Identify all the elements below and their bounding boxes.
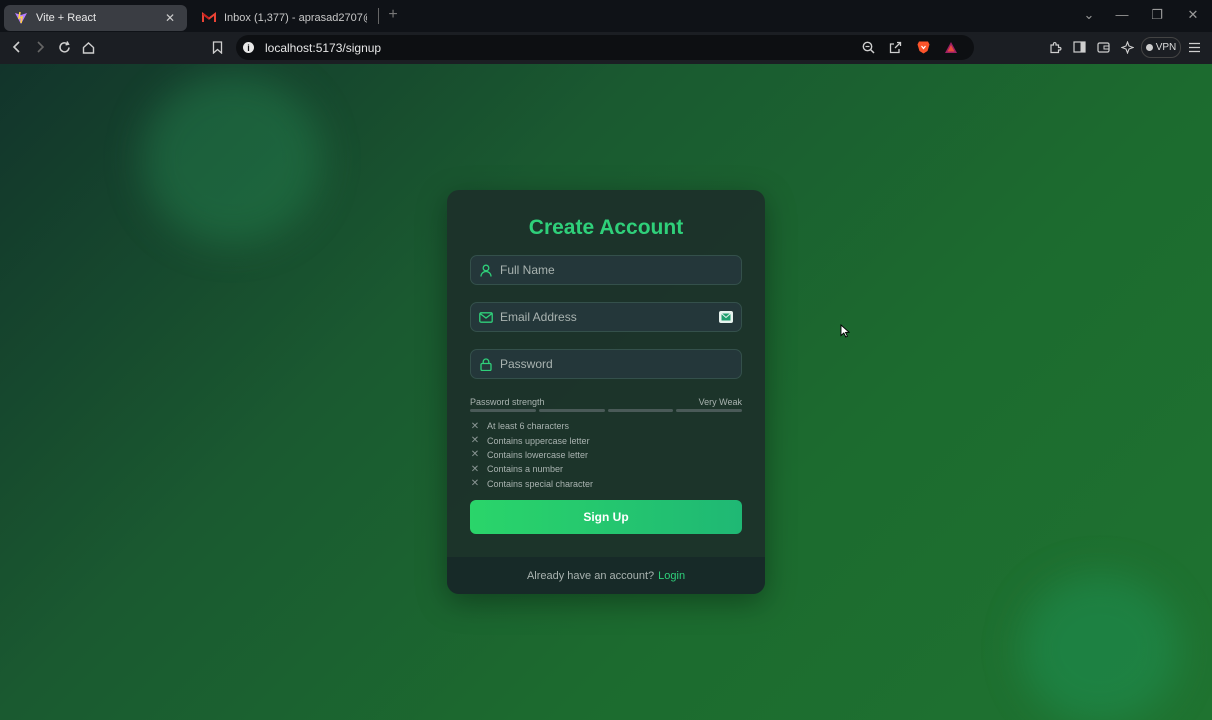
tab-search-dropdown-icon[interactable]: ⌄ [1081, 7, 1097, 23]
signup-card: Create Account Password strength Ver [447, 190, 765, 594]
requirement-text: Contains uppercase letter [487, 435, 590, 446]
full-name-input[interactable] [500, 263, 741, 277]
x-mark-icon: ✕ [470, 478, 480, 490]
email-field[interactable] [470, 302, 742, 332]
x-mark-icon: ✕ [470, 449, 480, 461]
new-tab-button[interactable]: + [386, 6, 400, 24]
email-input[interactable] [500, 310, 719, 324]
requirement-item: ✕ Contains a number [470, 462, 742, 476]
brave-rewards-icon[interactable] [943, 39, 959, 55]
mail-icon [479, 310, 493, 324]
password-strength-rating: Very Weak [698, 397, 742, 407]
tab-separator [378, 8, 379, 24]
password-requirements: ✕ At least 6 characters ✕ Contains upperca… [470, 419, 742, 491]
requirement-text: Contains special character [487, 478, 594, 489]
full-name-field[interactable] [470, 255, 742, 285]
password-strength-meter [470, 409, 742, 412]
vpn-status-icon [1145, 44, 1153, 51]
sign-up-button[interactable]: Sign Up [470, 500, 742, 534]
wallet-icon[interactable] [1095, 39, 1111, 55]
requirement-item: ✕ Contains uppercase letter [470, 433, 742, 447]
requirement-text: Contains lowercase letter [487, 449, 589, 460]
extensions-icon[interactable] [1047, 39, 1063, 55]
vite-logo-icon [14, 11, 28, 25]
requirement-item: ✕ Contains special character [470, 477, 742, 491]
password-field[interactable] [470, 349, 742, 379]
password-strength-header: Password strength Very Weak [470, 397, 742, 407]
x-mark-icon: ✕ [470, 420, 480, 432]
login-prompt-text: Already have an account? [526, 569, 655, 582]
brave-shields-icon[interactable] [915, 39, 931, 55]
page-title: Create Account [528, 216, 684, 239]
password-strength-label: Password strength [470, 397, 545, 407]
requirement-item: ✕ Contains lowercase letter [470, 448, 742, 462]
autofill-extension-icon[interactable] [719, 311, 733, 323]
window-close-button[interactable]: ✕ [1185, 7, 1201, 23]
login-link[interactable]: Login [658, 570, 685, 582]
mouse-cursor-icon [840, 323, 851, 343]
browser-tab-bar: Vite + React ✕ Inbox (1,377) - aprasad27… [0, 0, 1212, 32]
requirement-item: ✕ At least 6 characters [470, 419, 742, 433]
decorative-blob [142, 74, 322, 244]
requirement-text: At least 6 characters [487, 421, 570, 432]
home-icon[interactable] [80, 39, 96, 55]
lock-icon [479, 357, 493, 371]
vpn-button[interactable]: VPN [1141, 37, 1181, 58]
strength-segment [607, 409, 674, 412]
strength-segment [470, 409, 536, 412]
login-prompt: Already have an account? Login [447, 557, 765, 594]
password-input[interactable] [500, 357, 741, 371]
menu-icon[interactable] [1186, 39, 1202, 55]
leo-ai-icon[interactable] [1119, 39, 1135, 55]
zoom-icon[interactable] [860, 39, 876, 55]
tab-title: Inbox (1,377) - aprasad2707@gmail [224, 11, 367, 24]
strength-segment [676, 409, 742, 412]
share-icon[interactable] [887, 39, 903, 55]
x-mark-icon: ✕ [470, 435, 480, 447]
reload-icon[interactable] [56, 39, 72, 55]
tab-title: Vite + React [36, 11, 97, 24]
site-info-icon[interactable]: i [243, 42, 254, 53]
page-viewport: Create Account Password strength Ver [0, 64, 1212, 720]
address-text[interactable]: localhost:5173/signup [265, 41, 381, 55]
restore-button[interactable]: ❐ [1149, 7, 1165, 23]
gmail-logo-icon [202, 11, 216, 25]
sidebar-icon[interactable] [1071, 39, 1087, 55]
tab-gmail-inbox[interactable]: Inbox (1,377) - aprasad2707@gmail [192, 5, 377, 31]
bookmark-icon[interactable] [209, 39, 225, 55]
requirement-text: Contains a number [487, 464, 564, 475]
strength-segment [538, 409, 605, 412]
tab-close-icon[interactable]: ✕ [163, 11, 177, 25]
x-mark-icon: ✕ [470, 463, 480, 475]
vpn-label: VPN [1155, 42, 1177, 53]
tab-vite-react[interactable]: Vite + React ✕ [4, 4, 187, 31]
minimize-button[interactable]: — [1114, 7, 1130, 22]
back-icon[interactable] [9, 39, 25, 55]
forward-icon[interactable] [32, 39, 48, 55]
user-icon [479, 263, 493, 277]
decorative-blob [1020, 574, 1180, 720]
